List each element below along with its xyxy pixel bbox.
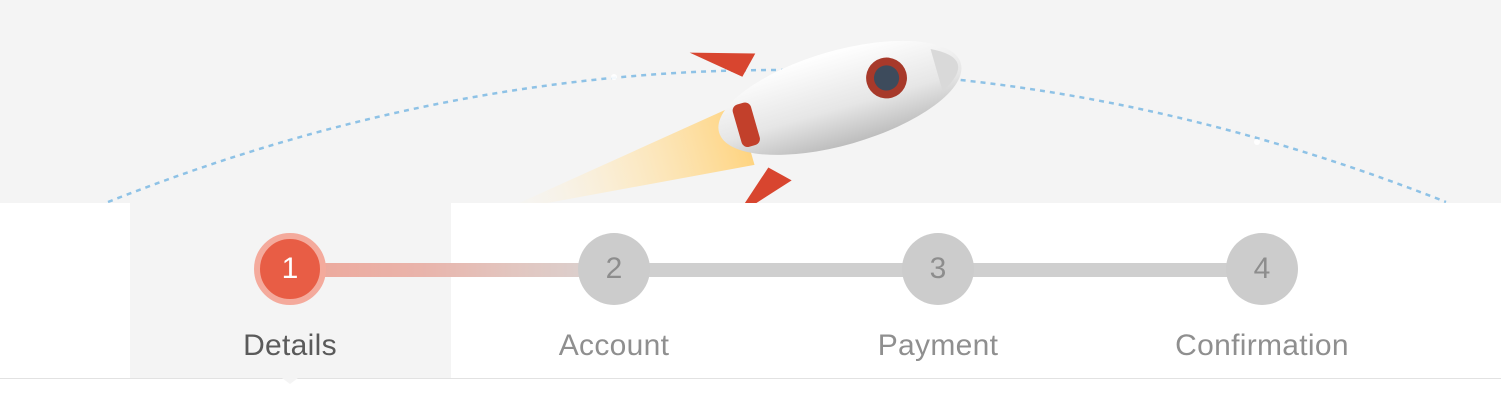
step-number: 2 (578, 233, 650, 305)
step-label: Account (558, 329, 670, 362)
step-label: Payment (877, 329, 999, 362)
step-details[interactable]: 1 Details (190, 233, 390, 363)
wizard-stepper: 1 Details 2 Account 3 Payment 4 Confirma… (0, 203, 1501, 384)
step-label: Details (243, 329, 337, 362)
step-number: 1 (254, 233, 326, 305)
step-confirmation[interactable]: 4 Confirmation (1162, 233, 1362, 363)
trajectory-arc (107, 68, 1447, 204)
hero-banner (0, 0, 1501, 216)
step-number: 3 (902, 233, 974, 305)
step-payment[interactable]: 3 Payment (838, 233, 1038, 363)
wizard-page: 1 Details 2 Account 3 Payment 4 Confirma… (0, 0, 1501, 407)
step-number: 4 (1226, 233, 1298, 305)
step-account[interactable]: 2 Account (514, 233, 714, 363)
step-label: Confirmation (1175, 329, 1349, 362)
